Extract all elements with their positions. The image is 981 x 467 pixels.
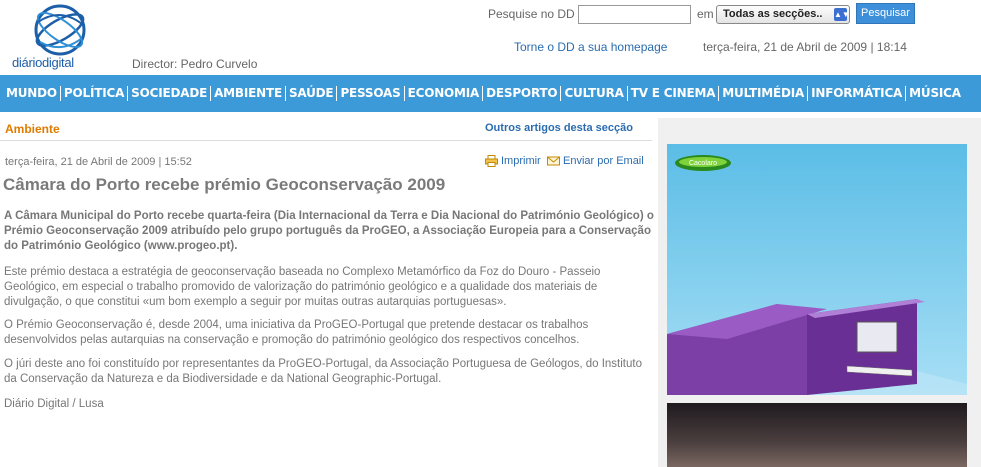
search-in-label: em [697, 7, 714, 21]
nav-item-sociedade[interactable]: SOCIEDADE [128, 86, 212, 101]
nav-item-mundo[interactable]: MUNDO [3, 86, 61, 101]
article-lead: A Câmara Municipal do Porto recebe quart… [4, 210, 654, 252]
logo-text[interactable]: diáriodigital [12, 55, 74, 70]
main-nav: MUNDO POLÍTICA SOCIEDADE AMBIENTE SAÚDE … [0, 75, 981, 112]
nav-item-politica[interactable]: POLÍTICA [61, 86, 129, 101]
section-name[interactable]: Ambiente [5, 122, 60, 136]
nav-item-saude[interactable]: SAÚDE [286, 86, 338, 101]
nav-item-desporto[interactable]: DESPORTO [483, 86, 562, 101]
search-input[interactable] [578, 5, 691, 24]
section-select-value: Todas as secções.. [723, 8, 823, 20]
email-link[interactable]: Enviar por Email [547, 155, 644, 167]
envelope-icon [547, 156, 560, 166]
nav-item-ambiente[interactable]: AMBIENTE [211, 86, 286, 101]
section-divider [0, 140, 652, 141]
ad-illustration [667, 299, 967, 395]
advert-photo[interactable] [667, 403, 967, 467]
email-label: Enviar por Email [563, 155, 644, 167]
article-paragraph-1: Este prémio destaca a estratégia de geoc… [4, 266, 601, 308]
advert-banner[interactable]: Cacolaro [667, 144, 967, 395]
search-label: Pesquise no DD [488, 7, 575, 21]
article-title: Câmara do Porto recebe prémio Geoconserv… [3, 175, 446, 194]
current-datetime: terça-feira, 21 de Abril de 2009 | 18:14 [703, 40, 907, 54]
print-label: Imprimir [501, 155, 541, 167]
print-link[interactable]: Imprimir [485, 155, 541, 167]
select-arrows-icon: ▲▼ [834, 8, 850, 21]
logo-text-b: digital [42, 55, 74, 70]
article-date: terça-feira, 21 de Abril de 2009 | 15:52 [5, 156, 192, 168]
article-source: Diário Digital / Lusa [4, 398, 104, 410]
nav-item-musica[interactable]: MÚSICA [906, 86, 964, 101]
director-credit: Director: Pedro Curvelo [132, 57, 258, 71]
nav-item-multimedia[interactable]: MULTIMÉDIA [719, 86, 809, 101]
other-articles-link[interactable]: Outros artigos desta secção [485, 122, 633, 134]
nav-item-cultura[interactable]: CULTURA [561, 86, 628, 101]
set-homepage-link[interactable]: Torne o DD a sua homepage [514, 40, 667, 54]
article-paragraph-3: O júri deste ano foi constituído por rep… [4, 358, 642, 385]
article-paragraph-2: O Prémio Geoconservação é, desde 2004, u… [4, 319, 589, 346]
nav-item-economia[interactable]: ECONOMIA [405, 86, 484, 101]
search-button[interactable]: Pesquisar [856, 3, 915, 24]
nav-item-pessoas[interactable]: PESSOAS [337, 86, 405, 101]
nav-item-informatica[interactable]: INFORMÁTICA [808, 86, 907, 101]
section-select[interactable]: Todas as secções.. ▲▼ [716, 5, 850, 24]
logo-text-a: diário [12, 55, 42, 70]
printer-icon [485, 155, 498, 167]
nav-item-tv-cinema[interactable]: TV E CINEMA [628, 86, 720, 101]
